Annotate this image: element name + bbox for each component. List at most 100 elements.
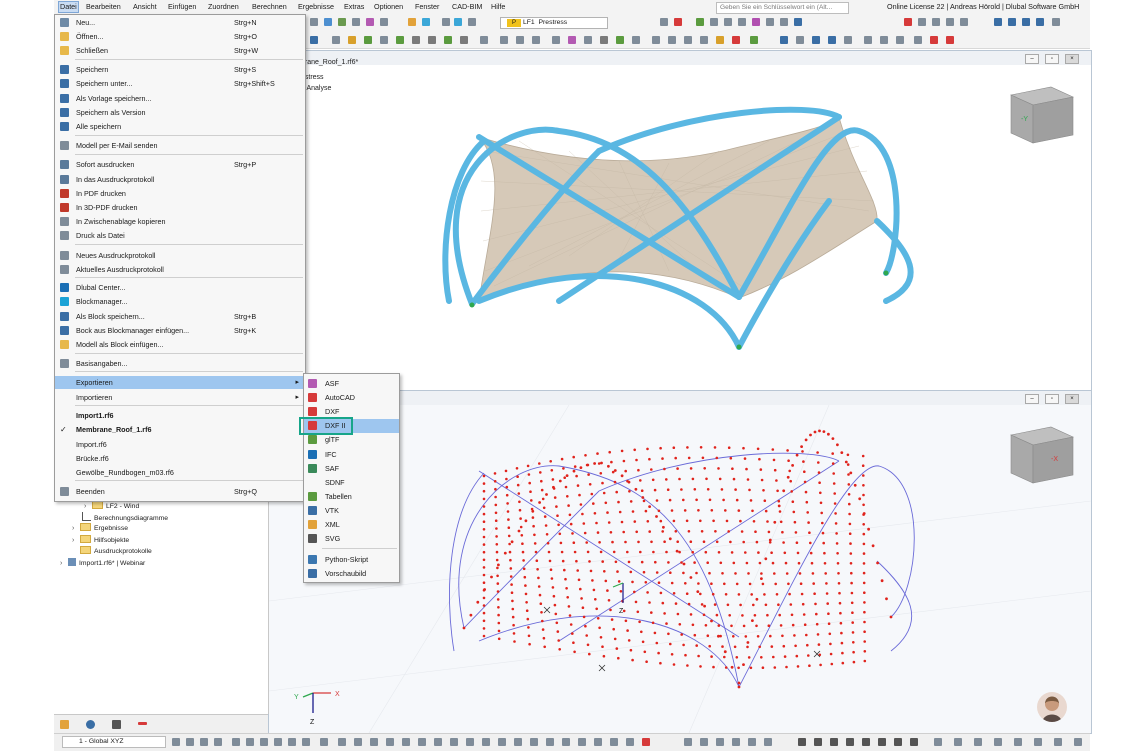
export-item-label: Tabellen <box>325 492 352 501</box>
tab-data-icon[interactable] <box>60 720 69 729</box>
menu-item-basisangaben[interactable]: Basisangaben... <box>55 357 305 370</box>
menu-optionen[interactable]: Optionen <box>373 2 404 12</box>
search-input[interactable]: Geben Sie ein Schlüsselwort ein (Alt... <box>716 2 849 14</box>
menu-item-in-das-ausdruckprotokoll[interactable]: In das Ausdruckprotokoll <box>55 173 305 186</box>
menu-zuordnen[interactable]: Zuordnen <box>207 2 240 12</box>
menu-item-speichern[interactable]: Speichern Strg+S <box>55 63 305 76</box>
menu-item-in-pdf-drucken[interactable]: In PDF drucken <box>55 187 305 200</box>
menu-einfuegen[interactable]: Einfügen <box>167 2 197 12</box>
menu-hilfe[interactable]: Hilfe <box>490 2 506 12</box>
menu-extras[interactable]: Extras <box>343 2 365 12</box>
menu-item-als-vorlage-speichern[interactable]: Als Vorlage speichern... <box>55 92 305 105</box>
menu-fenster[interactable]: Fenster <box>414 2 440 12</box>
menu-item-modell-per-e-mail-senden[interactable]: Modell per E-Mail senden <box>55 139 305 152</box>
email-icon <box>60 141 69 150</box>
menu-item-neu[interactable]: Neu... Strg+N <box>55 16 305 29</box>
view-top-rendered[interactable]: ‒ ▫ × brane_Roof_1.rf6* estress e Analys… <box>268 50 1092 391</box>
export-item-python-skript[interactable]: Python-Skript <box>304 553 399 567</box>
menu-item-sofort-ausdrucken[interactable]: Sofort ausdrucken Strg+P <box>55 158 305 171</box>
menu-item-label: Basisangaben... <box>76 359 128 368</box>
user-avatar[interactable] <box>1037 692 1067 722</box>
tab-views-icon[interactable] <box>112 720 121 729</box>
menu-item-importieren[interactable]: Importieren ▸ <box>55 391 305 404</box>
menu-item-druck-als-datei[interactable]: Druck als Datei <box>55 229 305 242</box>
menu-separator <box>75 135 303 136</box>
menu-item-speichern-unter[interactable]: Speichern unter... Strg+Shift+S <box>55 77 305 90</box>
menu-ergebnisse[interactable]: Ergebnisse <box>297 2 335 12</box>
nav-item-printout-reports[interactable]: Ausdruckprotokolle <box>80 546 152 557</box>
export-item-ifc[interactable]: IFC <box>304 448 399 462</box>
export-item-label: Python-Skript <box>325 555 369 564</box>
load-case-badge: P <box>507 19 521 27</box>
menu-item-label: Import.rf6 <box>76 440 107 449</box>
folder-icon <box>80 546 91 554</box>
menu-item-in-3d-pdf-drucken[interactable]: In 3D-PDF drucken <box>55 201 305 214</box>
export-item-vtk[interactable]: VTK <box>304 504 399 518</box>
menu-item-membrane-roof-1-rf6[interactable]: ✓ Membrane_Roof_1.rf6 <box>55 423 305 436</box>
export-item-gltf[interactable]: glTF <box>304 433 399 447</box>
menu-shortcut: Strg+B <box>234 312 257 321</box>
menu-item-speichern-als-version[interactable]: Speichern als Version <box>55 106 305 119</box>
menu-item-neues-ausdruckprotokoll[interactable]: Neues Ausdruckprotokoll <box>55 249 305 262</box>
nav-item-helper-objects[interactable]: › Hilfsobjekte <box>72 535 129 546</box>
menu-item-label: In das Ausdruckprotokoll <box>76 175 155 184</box>
base-data-icon <box>60 359 69 368</box>
tab-display-icon[interactable] <box>86 720 95 729</box>
dlubal-center-icon <box>60 283 69 292</box>
menu-shortcut: Strg+N <box>234 18 257 27</box>
menu-item-blockmanager[interactable]: Blockmanager... <box>55 295 305 308</box>
insert-block-icon <box>60 326 69 335</box>
menu-item-label: Gewölbe_Rundbogen_m03.rf6 <box>76 468 174 477</box>
menu-item-als-block-speichern[interactable]: Als Block speichern... Strg+B <box>55 310 305 323</box>
menu-item-beenden[interactable]: Beenden Strg+Q <box>55 485 305 498</box>
menu-item-bock-aus-blockmanager-einfügen[interactable]: Bock aus Blockmanager einfügen... Strg+K <box>55 324 305 337</box>
toolbar-icons-strip[interactable] <box>304 14 1090 48</box>
menu-datei[interactable]: Datei <box>58 1 79 13</box>
export-item-vorschaubild[interactable]: Vorschaubild <box>304 567 399 581</box>
menu-item-öffnen[interactable]: Öffnen... Strg+O <box>55 30 305 43</box>
menu-item-brücke-rf6[interactable]: Brücke.rf6 <box>55 452 305 465</box>
tab-results-icon[interactable] <box>138 722 147 725</box>
menu-item-exportieren[interactable]: Exportieren ▸ <box>55 376 305 389</box>
vtk-icon <box>308 506 317 515</box>
export-item-asf[interactable]: ASF <box>304 377 399 391</box>
save-as-icon <box>60 79 69 88</box>
menu-item-import1-rf6[interactable]: Import1.rf6 <box>55 409 305 422</box>
menu-item-label: Als Block speichern... <box>76 312 145 321</box>
thumbnail-icon <box>308 569 317 578</box>
menu-bearbeiten[interactable]: Bearbeiten <box>85 2 122 12</box>
export-item-xml[interactable]: XML <box>304 518 399 532</box>
nav-item-lf2-wind[interactable]: › LF2 - Wind <box>84 501 139 512</box>
menu-item-import-rf6[interactable]: Import.rf6 <box>55 438 305 451</box>
export-item-sdnf[interactable]: SDNF <box>304 476 399 490</box>
menu-item-gewölbe-rundbogen-m03-rf6[interactable]: Gewölbe_Rundbogen_m03.rf6 <box>55 466 305 479</box>
menu-item-alle-speichern[interactable]: Alle speichern <box>55 120 305 133</box>
menu-cad-bim[interactable]: CAD-BIM <box>451 2 483 12</box>
menu-item-aktuelles-ausdruckprotokoll[interactable]: Aktuelles Ausdruckprotokoll <box>55 263 305 276</box>
nav-item-import1[interactable]: › Import1.rf6* | Webinar <box>60 558 145 569</box>
menu-shortcut: Strg+O <box>234 32 257 41</box>
axis-z-label-global: Z <box>310 719 315 726</box>
menu-item-label: Neu... <box>76 18 96 27</box>
exit-icon <box>60 487 69 496</box>
export-item-svg[interactable]: SVG <box>304 532 399 546</box>
menu-item-schließen[interactable]: Schließen Strg+W <box>55 44 305 57</box>
status-bar <box>54 733 1090 751</box>
load-case-combo[interactable]: P LF1 Prestress <box>500 17 608 29</box>
xml-icon <box>308 520 317 529</box>
menu-berechnen[interactable]: Berechnen <box>251 2 288 12</box>
membrane-roof-render: -Y <box>442 86 1074 350</box>
menu-shortcut: Strg+S <box>234 65 257 74</box>
menu-item-in-zwischenablage-kopieren[interactable]: In Zwischenablage kopieren <box>55 215 305 228</box>
export-item-tabellen[interactable]: Tabellen <box>304 490 399 504</box>
coordinate-system-combo[interactable]: 1 - Global XYZ <box>62 736 166 748</box>
menu-shortcut: Strg+W <box>234 46 259 55</box>
menu-ansicht[interactable]: Ansicht <box>132 2 158 12</box>
menu-item-modell-als-block-einfügen[interactable]: Modell als Block einfügen... <box>55 338 305 351</box>
export-item-autocad[interactable]: AutoCAD <box>304 391 399 405</box>
menu-item-dlubal-center[interactable]: Dlubal Center... <box>55 281 305 294</box>
nav-item-results[interactable]: › Ergebnisse <box>72 523 128 534</box>
status-icons-strip[interactable] <box>54 734 1090 751</box>
export-item-saf[interactable]: SAF <box>304 462 399 476</box>
export-item-label: VTK <box>325 506 339 515</box>
